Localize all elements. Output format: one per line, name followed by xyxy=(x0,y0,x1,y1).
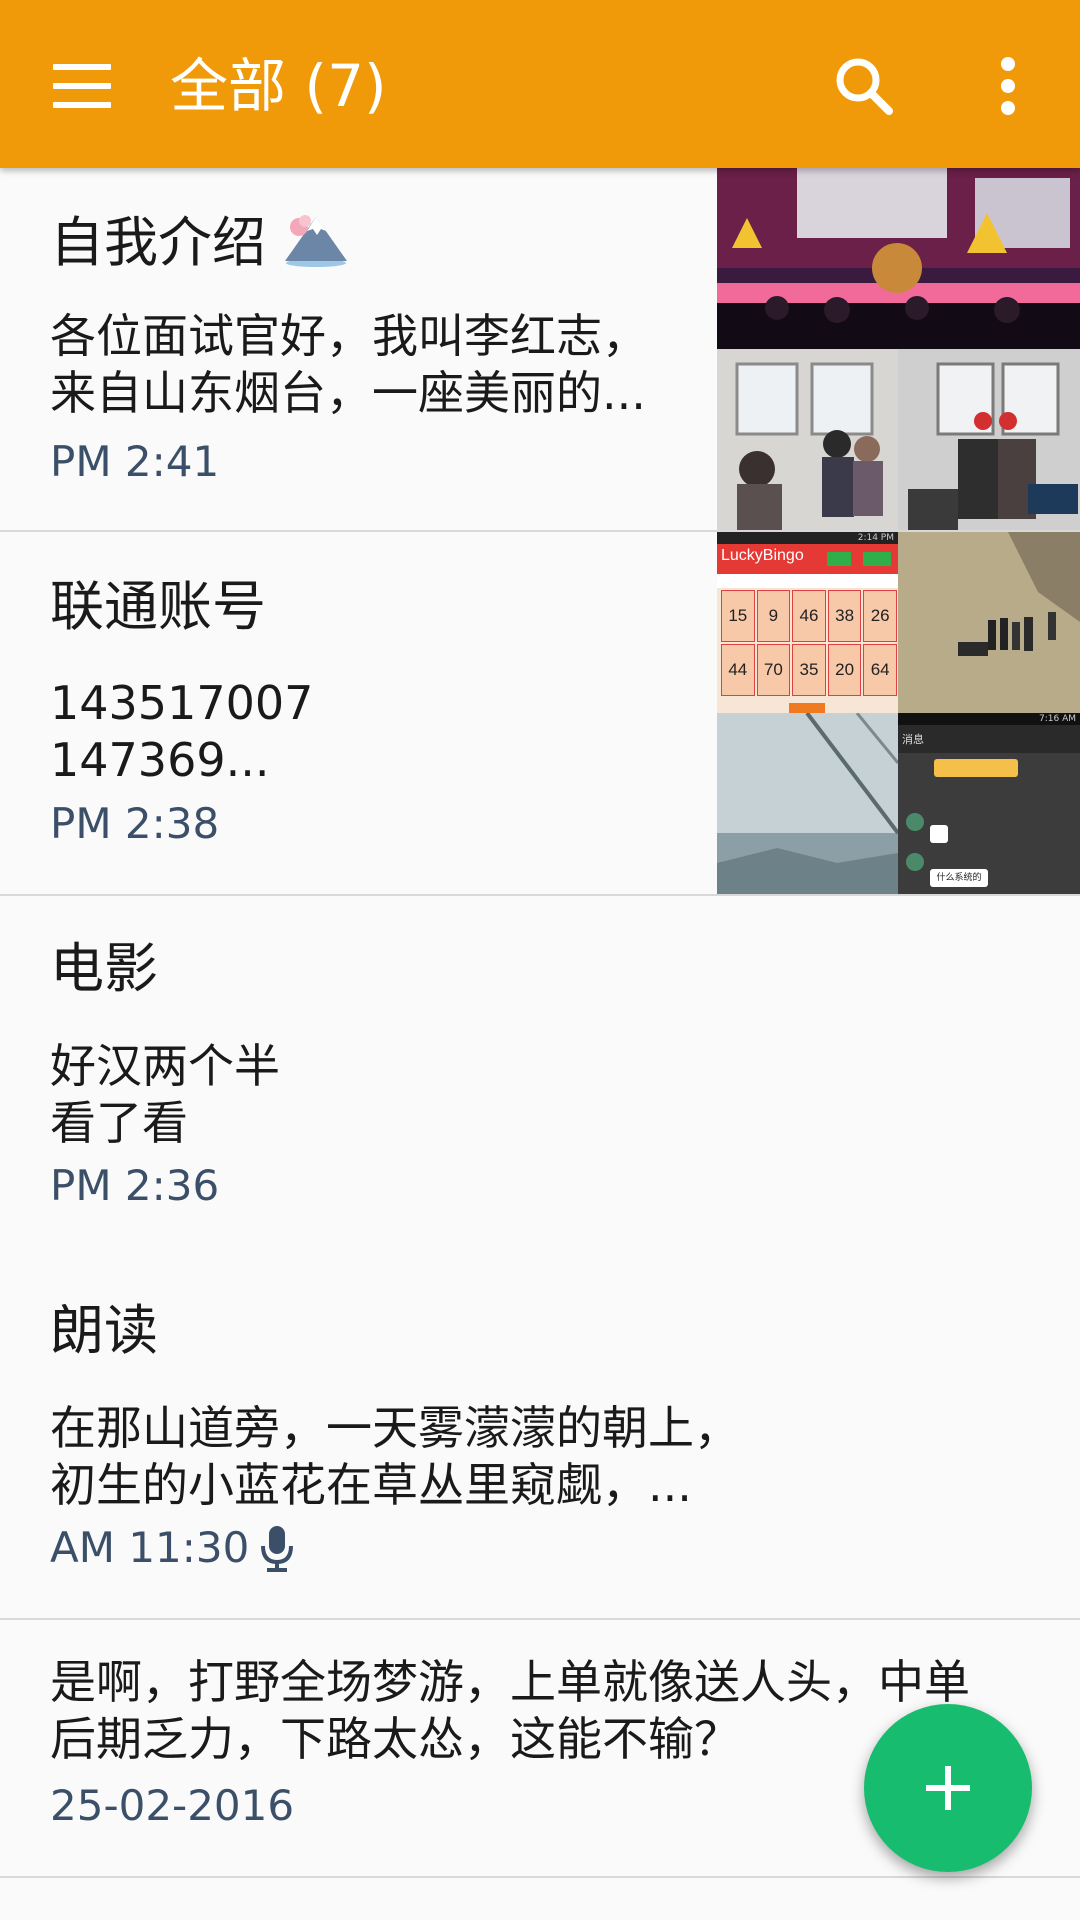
note-preview: 143517007 147369... xyxy=(50,676,314,787)
note-timestamp: PM 2:36 xyxy=(50,1161,220,1210)
note-title: 电影 xyxy=(50,937,158,1000)
note-item[interactable] xyxy=(0,1878,1080,1920)
note-thumbnails xyxy=(717,168,1080,530)
note-item[interactable]: 朗读 在那山道旁，一天雾濛濛的朝上， 初生的小蓝花在草丛里窥觑，... AM 1… xyxy=(0,1258,1080,1620)
chat-screenshot-thumbnail: 7:16 AM 消息 什么系统的 xyxy=(898,713,1080,894)
note-preview: 各位面试官好，我叫李红志， 来自山东烟台，一座美丽的... xyxy=(50,309,648,420)
note-timestamp: 25-02-2016 xyxy=(50,1781,295,1830)
note-item[interactable]: 自我介绍 各位面试官好，我叫李红志， 来自山东烟台，一座美丽的... PM 2:… xyxy=(0,168,1080,532)
add-note-button[interactable] xyxy=(864,1704,1032,1872)
note-title: 自我介绍 xyxy=(50,211,266,274)
note-preview: 好汉两个半 看了看 xyxy=(50,1039,280,1150)
note-item[interactable]: 联通账号 143517007 147369... PM 2:38 2:14 PM… xyxy=(0,532,1080,896)
microphone-icon xyxy=(261,1526,294,1572)
plus-icon xyxy=(926,1766,970,1810)
app-name: LuckyBingo xyxy=(721,547,804,564)
bingo-grid: 15 9 46 38 26 44 70 35 20 64 xyxy=(721,590,897,696)
note-title: 联通账号 xyxy=(50,575,266,638)
classroom-photo-thumbnail xyxy=(898,349,1080,530)
search-icon xyxy=(836,58,893,115)
note-title: 朗读 xyxy=(50,1299,158,1362)
note-timestamp: PM 2:38 xyxy=(50,799,220,848)
page-title: 全部 (7) xyxy=(170,52,387,120)
note-timestamp: PM 2:41 xyxy=(50,437,220,486)
more-vertical-icon xyxy=(1001,57,1015,115)
menu-button[interactable] xyxy=(40,44,124,128)
bingo-screenshot-thumbnail: 2:14 PM LuckyBingo 15 9 46 38 26 44 70 3… xyxy=(717,532,898,713)
classroom-photo-thumbnail xyxy=(717,349,898,530)
chat-back-label: 消息 xyxy=(902,733,924,746)
status-time: 7:16 AM xyxy=(898,713,1080,725)
status-time: 2:14 PM xyxy=(717,532,898,544)
hamburger-menu-icon xyxy=(53,64,111,108)
more-options-button[interactable] xyxy=(966,44,1050,128)
note-timestamp: AM 11:30 xyxy=(50,1523,250,1572)
note-item[interactable]: 电影 好汉两个半 看了看 PM 2:36 xyxy=(0,896,1080,1260)
stage-photo-thumbnail xyxy=(717,168,1080,349)
note-preview: 在那山道旁，一天雾濛濛的朝上， 初生的小蓝花在草丛里窥觑，... xyxy=(50,1401,740,1512)
window-photo-thumbnail xyxy=(717,713,898,894)
field-photo-thumbnail xyxy=(898,532,1080,713)
search-button[interactable] xyxy=(822,44,906,128)
mountain-emoji-icon xyxy=(285,215,348,267)
chat-message: 什么系统的 xyxy=(930,869,988,887)
app-bar: 全部 (7) xyxy=(0,0,1080,168)
note-thumbnails: 2:14 PM LuckyBingo 15 9 46 38 26 44 70 3… xyxy=(717,532,1080,894)
